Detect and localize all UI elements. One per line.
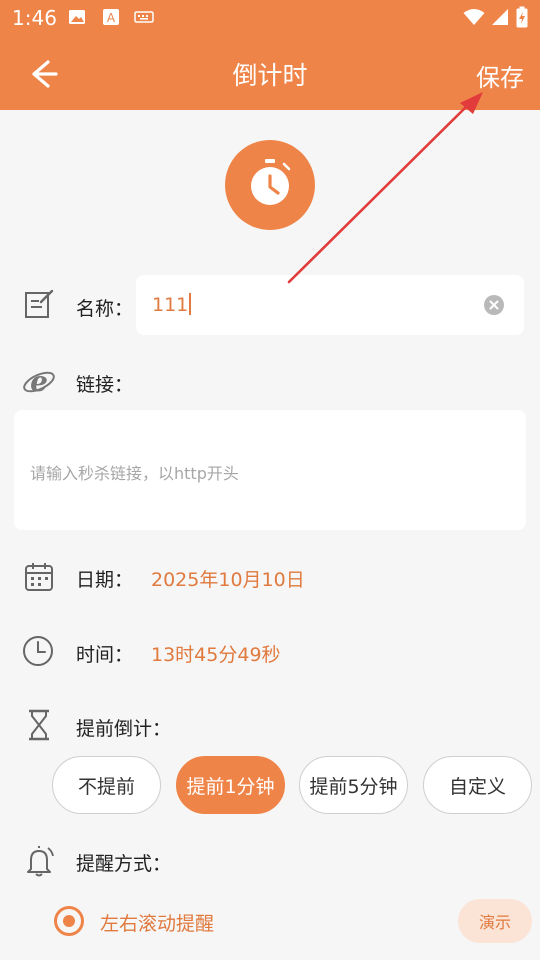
text-a-notification-icon: A bbox=[103, 9, 119, 25]
wifi-icon bbox=[463, 9, 485, 25]
stopwatch-icon bbox=[251, 159, 291, 205]
keyboard-notification-icon bbox=[134, 11, 154, 23]
advance-option-1min[interactable]: 提前1分钟 bbox=[176, 756, 285, 814]
calendar-icon bbox=[25, 563, 53, 591]
time-value[interactable]: 13时45分49秒 bbox=[151, 640, 281, 667]
status-time: 1:46 bbox=[12, 6, 57, 30]
battery-charging-icon bbox=[516, 6, 528, 28]
form-content: 名称： 111 e 链接： 请输入秒杀链接，以http开头 日期： 2025年1… bbox=[0, 110, 540, 960]
reminder-radio[interactable] bbox=[54, 906, 84, 936]
clock-icon bbox=[23, 636, 53, 666]
bell-icon bbox=[27, 846, 54, 877]
time-label: 时间： bbox=[76, 644, 134, 666]
svg-text:e: e bbox=[30, 365, 48, 398]
demo-button[interactable]: 演示 bbox=[458, 899, 532, 943]
advance-option-5min[interactable]: 提前5分钟 bbox=[299, 756, 408, 814]
status-bar: 1:46 A bbox=[0, 0, 540, 36]
name-input[interactable]: 111 bbox=[136, 275, 524, 335]
date-label: 日期： bbox=[76, 569, 134, 591]
link-input[interactable]: 请输入秒杀链接，以http开头 bbox=[14, 410, 526, 530]
text-caret bbox=[189, 293, 192, 315]
timer-avatar bbox=[225, 140, 315, 230]
clear-input-button[interactable] bbox=[484, 295, 504, 315]
date-value[interactable]: 2025年10月10日 bbox=[151, 565, 305, 592]
advance-option-custom[interactable]: 自定义 bbox=[423, 756, 532, 814]
link-label: 链接： bbox=[76, 374, 134, 396]
signal-icon bbox=[492, 9, 508, 25]
page-title: 倒计时 bbox=[232, 61, 308, 90]
name-label: 名称： bbox=[76, 298, 134, 320]
link-placeholder: 请输入秒杀链接，以http开头 bbox=[30, 464, 239, 483]
name-value[interactable]: 111 bbox=[152, 293, 192, 316]
app-bar: 倒计时 保存 bbox=[0, 36, 540, 110]
advance-label: 提前倒计： bbox=[76, 718, 172, 740]
edit-note-icon bbox=[25, 289, 54, 318]
svg-text:A: A bbox=[107, 11, 116, 25]
image-notification-icon bbox=[69, 10, 85, 24]
ie-browser-icon: e bbox=[23, 365, 55, 398]
advance-option-none[interactable]: 不提前 bbox=[52, 756, 161, 814]
radio-dot bbox=[63, 915, 75, 927]
close-icon bbox=[489, 300, 499, 310]
reminder-label: 提醒方式： bbox=[76, 853, 172, 875]
reminder-option-label[interactable]: 左右滚动提醒 bbox=[100, 909, 214, 936]
save-button[interactable]: 保存 bbox=[476, 58, 524, 93]
hourglass-icon bbox=[29, 709, 49, 741]
